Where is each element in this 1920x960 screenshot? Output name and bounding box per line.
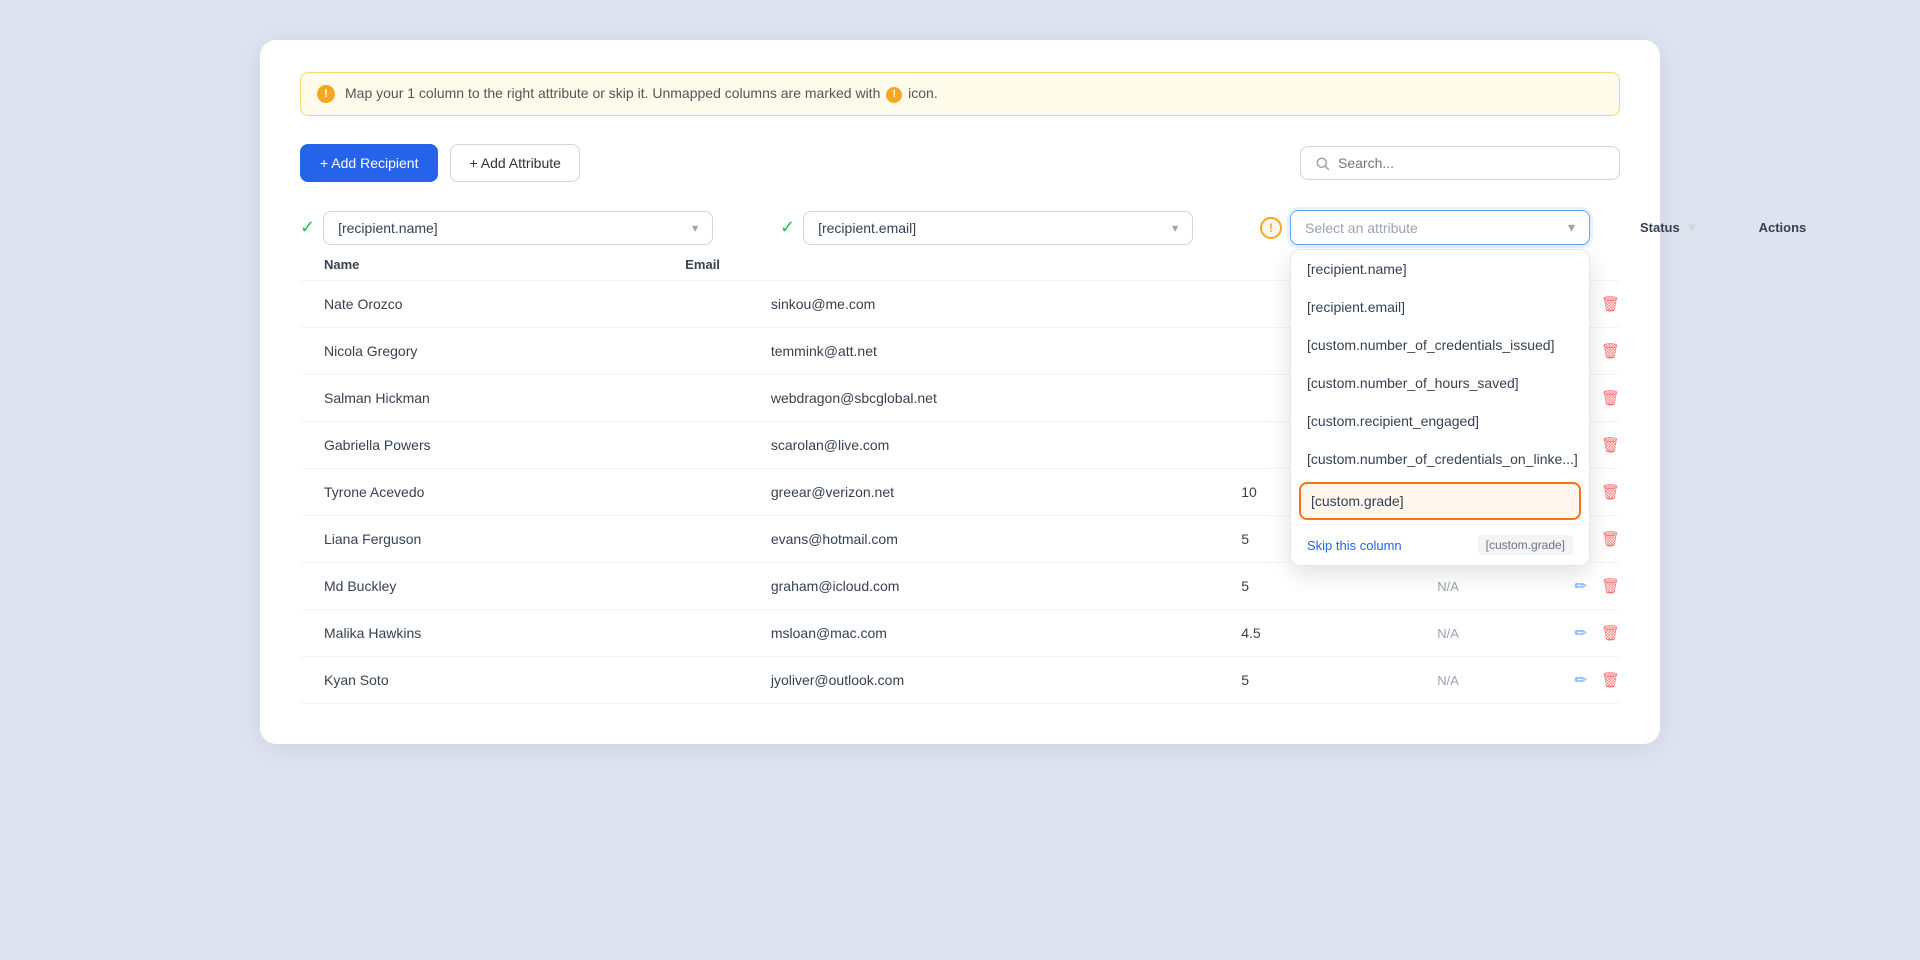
attribute-dropdown-menu: [recipient.name] [recipient.email] [cust… [1290,249,1590,566]
dropdown-footer: Skip this column [custom.grade] [1291,524,1589,565]
cell-email: greear@verizon.net [771,484,1241,500]
delete-icon[interactable]: 🗑 [1601,295,1620,313]
col2-selector[interactable]: [recipient.email] ▾ [803,211,1193,245]
table-row: Md Buckley graham@icloud.com 5 N/A ✏ 🗑 [300,563,1620,610]
col1-check-icon: ✓ [300,217,315,238]
col2-value: [recipient.email] [818,220,916,236]
dropdown-item-0[interactable]: [recipient.name] [1291,250,1589,288]
cell-email: graham@icloud.com [771,578,1241,594]
add-attribute-button[interactable]: + Add Attribute [450,144,579,182]
attribute-select-dropdown[interactable]: Select an attribute ▾ [1290,210,1590,245]
toolbar-left: + Add Recipient + Add Attribute [300,144,580,182]
cell-email: evans@hotmail.com [771,531,1241,547]
delete-icon[interactable]: 🗑 [1601,530,1620,548]
status-badge: N/A [1437,626,1574,641]
dropdown-item-4[interactable]: [custom.recipient_engaged] [1291,402,1589,440]
row-actions: ✏ 🗑 [1574,671,1620,689]
edit-icon[interactable]: ✏ [1574,577,1587,595]
column-selectors-row: ✓ [recipient.name] ▾ ✓ [recipient.email]… [300,210,1620,245]
cell-email: scarolan@live.com [771,437,1241,453]
status-badge: N/A [1437,673,1574,688]
skip-badge: [custom.grade] [1478,535,1573,555]
delete-icon[interactable]: 🗑 [1601,389,1620,407]
info-banner: ! Map your 1 column to the right attribu… [300,72,1620,116]
cell-email: msloan@mac.com [771,625,1241,641]
dropdown-item-5[interactable]: [custom.number_of_credentials_on_linke..… [1291,440,1589,478]
cell-email: webdragon@sbcglobal.net [771,390,1241,406]
delete-icon[interactable]: 🗑 [1601,483,1620,501]
cell-name: Malika Hawkins [300,625,771,641]
main-card: ! Map your 1 column to the right attribu… [260,40,1660,744]
unmapped-icon: ! [886,87,902,103]
status-badge: N/A [1437,579,1574,594]
dropdown-item-selected[interactable]: [custom.grade] [1299,482,1581,520]
cell-name: Tyrone Acevedo [300,484,771,500]
cell-email: sinkou@me.com [771,296,1241,312]
cell-email: temmink@att.net [771,343,1241,359]
warning-icon: ! [317,85,335,103]
delete-icon[interactable]: 🗑 [1601,671,1620,689]
cell-name: Gabriella Powers [300,437,771,453]
attribute-placeholder: Select an attribute [1305,220,1418,236]
cell-grade: 5 [1241,578,1437,594]
delete-icon[interactable]: 🗑 [1601,342,1620,360]
col1-value: [recipient.name] [338,220,438,236]
banner-text: Map your 1 column to the right attribute… [345,85,938,102]
cell-name: Md Buckley [300,578,771,594]
email-header: Email [685,257,1065,272]
delete-icon[interactable]: 🗑 [1601,624,1620,642]
cell-name: Kyan Soto [300,672,771,688]
attribute-col-wrapper: Select an attribute ▾ [recipient.name] [… [1290,210,1590,245]
dropdown-item-2[interactable]: [custom.number_of_credentials_issued] [1291,326,1589,364]
row-actions: ✏ 🗑 [1574,624,1620,642]
col3-warning-icon: ! [1260,217,1282,239]
attribute-caret-icon: ▾ [1568,219,1575,236]
search-box [1300,146,1620,180]
row-actions: ✏ 🗑 [1574,577,1620,595]
col1-selector[interactable]: [recipient.name] ▾ [323,211,713,245]
filter-icon[interactable]: ▼ [1686,220,1699,235]
search-icon [1315,156,1330,171]
col2-caret-icon: ▾ [1172,221,1178,235]
actions-header: Actions [1759,219,1807,237]
edit-icon[interactable]: ✏ [1574,671,1587,689]
edit-icon[interactable]: ✏ [1574,624,1587,642]
cell-name: Nate Orozco [300,296,771,312]
cell-name: Liana Ferguson [300,531,771,547]
table-row: Kyan Soto jyoliver@outlook.com 5 N/A ✏ 🗑 [300,657,1620,704]
delete-icon[interactable]: 🗑 [1601,577,1620,595]
name-header: Name [300,257,685,272]
col1-caret-icon: ▾ [692,221,698,235]
cell-grade: 4.5 [1241,625,1437,641]
add-recipient-button[interactable]: + Add Recipient [300,144,438,182]
cell-grade: 5 [1241,672,1437,688]
col2-check-icon: ✓ [780,217,795,238]
dropdown-item-1[interactable]: [recipient.email] [1291,288,1589,326]
cell-name: Salman Hickman [300,390,771,406]
skip-column-link[interactable]: Skip this column [1307,538,1402,553]
dropdown-item-3[interactable]: [custom.number_of_hours_saved] [1291,364,1589,402]
status-header: Status ▼ [1640,220,1699,235]
cell-email: jyoliver@outlook.com [771,672,1241,688]
cell-name: Nicola Gregory [300,343,771,359]
table-row: Malika Hawkins msloan@mac.com 4.5 N/A ✏ … [300,610,1620,657]
delete-icon[interactable]: 🗑 [1601,436,1620,454]
toolbar: + Add Recipient + Add Attribute [300,144,1620,182]
search-input[interactable] [1338,155,1605,171]
